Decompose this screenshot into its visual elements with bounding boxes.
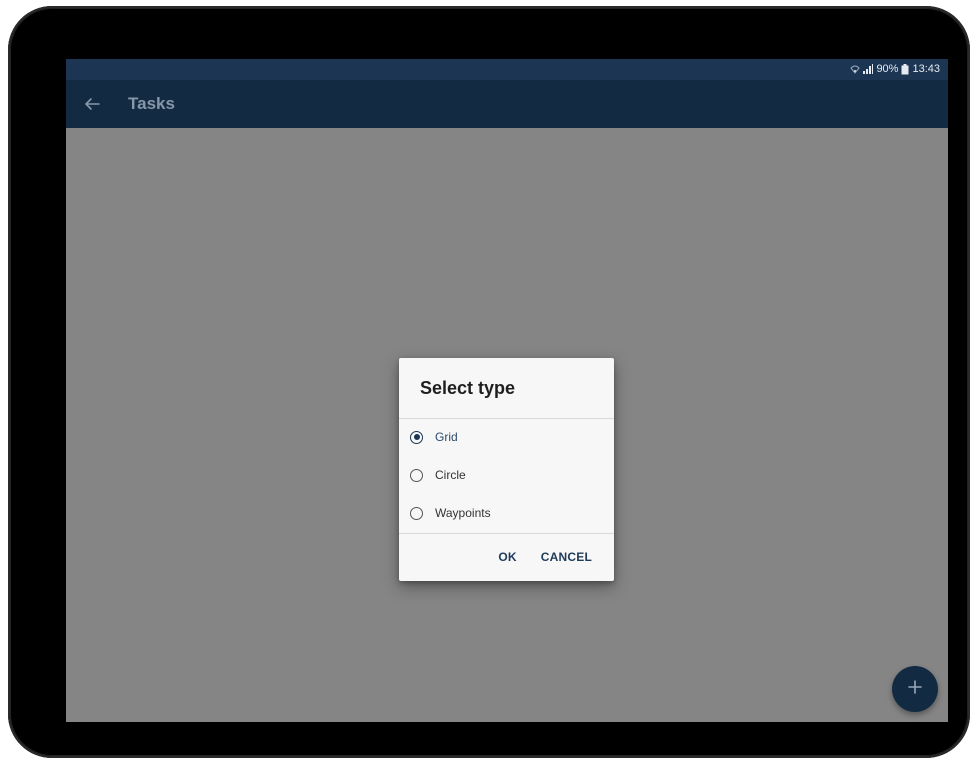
option-circle[interactable]: Circle [399,457,614,493]
screen: 90% 13:43 Tasks Select type Grid Circle … [66,59,948,722]
option-waypoints[interactable]: Waypoints [399,495,614,531]
dialog-divider-bottom [399,533,614,534]
wifi-icon [850,64,861,74]
ok-button[interactable]: OK [498,550,516,564]
page-title: Tasks [128,94,175,113]
battery-percent: 90% [876,63,899,75]
plus-icon [907,679,923,700]
signal-icon [863,64,874,74]
radio-waypoints[interactable] [410,506,423,520]
back-button[interactable] [80,92,104,116]
option-grid-label: Grid [435,430,458,444]
add-task-fab[interactable] [892,666,938,712]
app-bar: Tasks [66,80,948,128]
arrow-back-icon [80,98,104,120]
radio-grid[interactable] [410,430,423,444]
cancel-button[interactable]: CANCEL [541,550,592,564]
clock-time: 13:43 [912,63,940,75]
battery-icon [901,63,909,75]
status-bar: 90% 13:43 [66,59,948,80]
tablet-frame: 90% 13:43 Tasks Select type Grid Circle … [8,6,970,758]
option-circle-label: Circle [435,468,466,482]
option-grid[interactable]: Grid [399,419,614,455]
dialog-scrim[interactable]: Select type Grid Circle Waypoints OK CAN… [66,128,948,722]
radio-circle[interactable] [410,468,423,482]
select-type-dialog: Select type Grid Circle Waypoints OK CAN… [399,358,614,581]
dialog-actions: OK CANCEL [498,550,592,564]
status-icons: 90% 13:43 [850,63,940,75]
option-waypoints-label: Waypoints [435,506,491,520]
dialog-title: Select type [420,378,516,398]
